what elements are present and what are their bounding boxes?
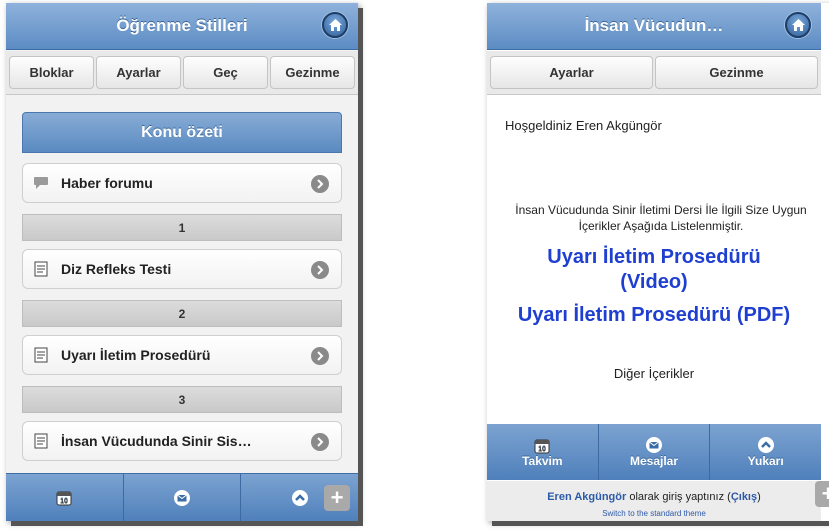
home-icon xyxy=(791,19,805,31)
list-item-label: Uyarı İletim Prosedürü xyxy=(61,347,211,363)
chevron-right-icon xyxy=(311,347,329,365)
home-icon xyxy=(328,19,342,31)
other-content-link[interactable]: Diğer İçerikler xyxy=(487,366,821,381)
up-arrow-icon xyxy=(291,489,308,506)
bloklar-button[interactable]: Bloklar xyxy=(9,56,94,89)
list-item-haber-forumu[interactable]: Haber forumu xyxy=(22,163,342,203)
messages-button[interactable]: Mesajlar xyxy=(599,424,711,480)
up-arrow-icon xyxy=(757,437,774,453)
mail-icon xyxy=(174,489,190,506)
nav-bar: Bloklar Ayarlar Geç Gezinme xyxy=(6,51,358,95)
document-icon xyxy=(33,347,49,363)
header-bar: İnsan Vücudun… xyxy=(487,3,821,50)
plus-button[interactable]: + xyxy=(815,481,829,507)
mail-icon xyxy=(646,437,662,453)
gec-button[interactable]: Geç xyxy=(183,56,268,89)
footer-bar: 10 xyxy=(6,473,358,521)
ayarlar-button[interactable]: Ayarlar xyxy=(96,56,181,89)
nav-bar: Ayarlar Gezinme xyxy=(487,51,821,95)
login-info: Eren Akgüngör olarak giriş yaptınız (Çık… xyxy=(487,481,821,521)
calendar-button[interactable]: 10 xyxy=(6,474,124,521)
section-divider: 3 xyxy=(22,386,342,413)
welcome-text: Hoşgeldiniz Eren Akgüngör xyxy=(505,118,662,133)
video-link[interactable]: Uyarı İletim Prosedürü (Video) xyxy=(487,245,821,295)
document-icon xyxy=(33,433,49,449)
calendar-button[interactable]: 10 Takvim xyxy=(487,424,599,480)
intro-text: İnsan Vücudunda Sinir İletimi Dersi İle … xyxy=(515,203,807,233)
user-name-link[interactable]: Eren Akgüngör xyxy=(547,491,626,503)
messages-button[interactable] xyxy=(124,474,242,521)
svg-text:10: 10 xyxy=(538,446,546,453)
gezinme-button[interactable]: Gezinme xyxy=(655,56,818,89)
login-text: olarak giriş yaptınız ( xyxy=(626,491,731,503)
up-label: Yukarı xyxy=(747,454,784,468)
logout-link[interactable]: Çıkış xyxy=(731,491,757,503)
chevron-right-icon xyxy=(311,175,329,193)
calendar-icon: 10 xyxy=(56,491,72,506)
list-item-diz-refleks[interactable]: Diz Refleks Testi xyxy=(22,249,342,289)
plus-icon: + xyxy=(330,485,344,510)
document-icon xyxy=(33,261,49,277)
chevron-right-icon xyxy=(311,261,329,279)
messages-label: Mesajlar xyxy=(629,454,679,468)
home-button[interactable] xyxy=(785,12,811,38)
list-item-uyari-iletim[interactable]: Uyarı İletim Prosedürü xyxy=(22,335,342,375)
footer-bar: 10 Takvim Mesajlar Yukarı xyxy=(487,424,821,480)
calendar-icon: 10 xyxy=(534,439,550,453)
home-button[interactable] xyxy=(322,12,348,38)
plus-button[interactable]: + xyxy=(324,485,350,511)
section-divider: 1 xyxy=(22,214,342,241)
page-title: Öğrenme Stilleri xyxy=(116,16,248,35)
list-item-label: İnsan Vücudunda Sinir Sis… xyxy=(61,433,252,449)
svg-text:10: 10 xyxy=(60,499,68,506)
switch-theme-link[interactable]: Switch to the standard theme xyxy=(487,509,821,518)
login-close: ) xyxy=(757,491,761,503)
pdf-link[interactable]: Uyarı İletim Prosedürü (PDF) xyxy=(487,303,821,328)
header-bar: Öğrenme Stilleri xyxy=(6,3,358,50)
plus-icon: + xyxy=(821,481,829,506)
list-item-label: Diz Refleks Testi xyxy=(61,261,172,277)
gezinme-button[interactable]: Gezinme xyxy=(270,56,355,89)
section-divider: 2 xyxy=(22,300,342,327)
page-title: İnsan Vücudun… xyxy=(584,16,724,35)
list-item-insan-vucudu[interactable]: İnsan Vücudunda Sinir Sis… xyxy=(22,421,342,461)
chevron-right-icon xyxy=(311,433,329,451)
left-screen: Öğrenme Stilleri Bloklar Ayarlar Geç Gez… xyxy=(6,3,358,521)
calendar-label: Takvim xyxy=(522,453,563,468)
up-button[interactable]: Yukarı xyxy=(710,424,821,480)
speech-bubble-icon xyxy=(33,175,49,191)
summary-header: Konu özeti xyxy=(22,112,342,153)
right-screen: İnsan Vücudun… Ayarlar Gezinme Hoşgeldin… xyxy=(487,3,829,521)
list-item-label: Haber forumu xyxy=(61,175,153,191)
course-content: Konu özeti Haber forumu 1 Diz Refleks Te… xyxy=(6,96,358,473)
ayarlar-button[interactable]: Ayarlar xyxy=(490,56,653,89)
